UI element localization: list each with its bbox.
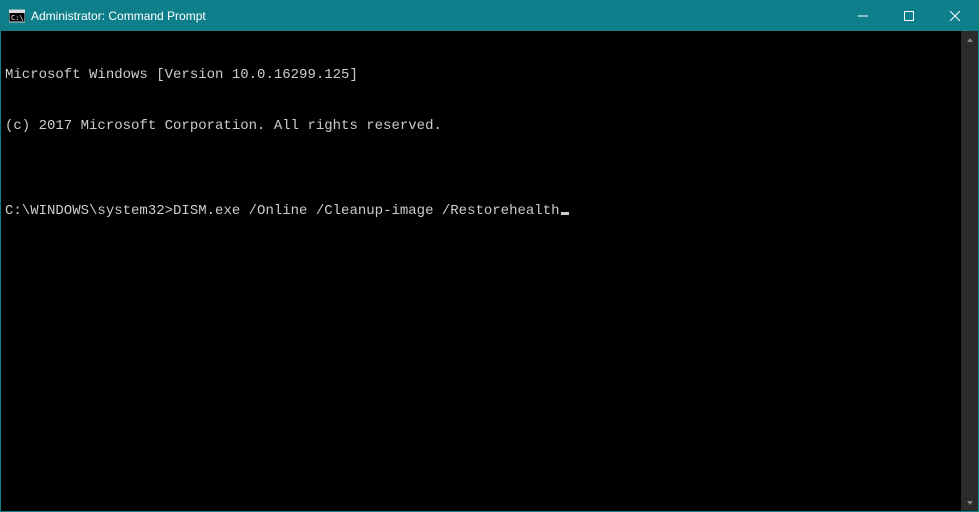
scroll-down-button[interactable] bbox=[961, 494, 978, 511]
minimize-button[interactable] bbox=[840, 1, 886, 31]
copyright-line: (c) 2017 Microsoft Corporation. All righ… bbox=[5, 118, 957, 135]
maximize-button[interactable] bbox=[886, 1, 932, 31]
vertical-scrollbar[interactable] bbox=[961, 31, 978, 511]
command-text: DISM.exe /Online /Cleanup-image /Restore… bbox=[173, 203, 559, 219]
scroll-track[interactable] bbox=[961, 48, 978, 494]
window-title: Administrator: Command Prompt bbox=[31, 9, 840, 23]
cursor bbox=[561, 212, 569, 215]
prompt-text: C:\WINDOWS\system32> bbox=[5, 203, 173, 219]
version-line: Microsoft Windows [Version 10.0.16299.12… bbox=[5, 67, 957, 84]
window-controls bbox=[840, 1, 978, 31]
prompt-line: C:\WINDOWS\system32>DISM.exe /Online /Cl… bbox=[5, 203, 957, 220]
terminal-output[interactable]: Microsoft Windows [Version 10.0.16299.12… bbox=[1, 31, 961, 511]
close-button[interactable] bbox=[932, 1, 978, 31]
cmd-icon: C:\ bbox=[9, 8, 25, 24]
title-bar[interactable]: C:\ Administrator: Command Prompt bbox=[1, 1, 978, 31]
client-area: Microsoft Windows [Version 10.0.16299.12… bbox=[1, 31, 978, 511]
scroll-up-button[interactable] bbox=[961, 31, 978, 48]
svg-text:C:\: C:\ bbox=[11, 14, 24, 22]
